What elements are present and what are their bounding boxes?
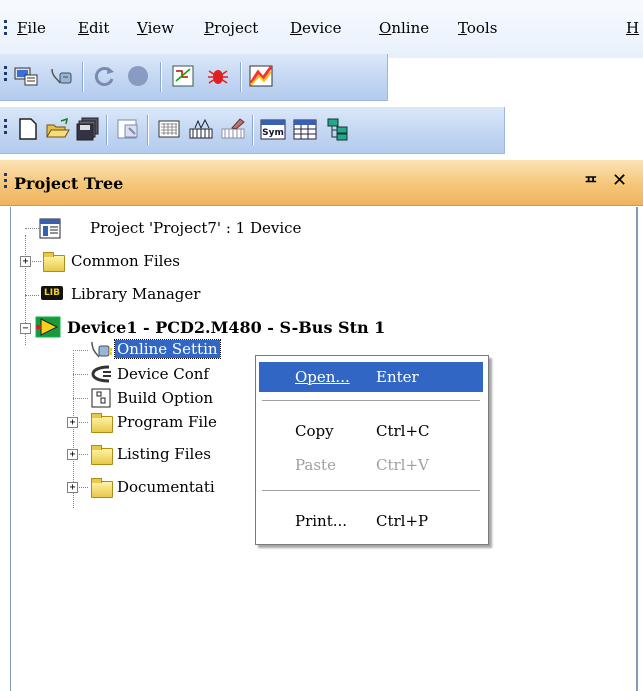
- menu-view-label: View: [137, 19, 175, 37]
- context-menu-open[interactable]: Open... Enter: [259, 362, 483, 392]
- plug-icon: [89, 364, 113, 388]
- menu-edit[interactable]: Edit: [78, 19, 109, 37]
- context-menu: Open... Enter Copy Ctrl+C Paste Ctrl+V P…: [255, 355, 489, 545]
- new-file-icon[interactable]: [15, 116, 41, 142]
- toolbar-grip[interactable]: [4, 66, 7, 84]
- table-icon[interactable]: [292, 116, 318, 142]
- paste-label: Paste: [295, 456, 336, 474]
- menu-view[interactable]: View: [137, 19, 174, 37]
- print-shortcut: Ctrl+P: [376, 512, 429, 530]
- copy-label: Copy: [295, 422, 334, 440]
- library-icon: LIB: [41, 286, 63, 300]
- menu-online-label: Online: [379, 19, 430, 37]
- menu-help-label: H: [626, 19, 640, 37]
- save-all-icon[interactable]: [75, 116, 101, 142]
- project-icon: [39, 218, 63, 244]
- tree-item-device1-label: Device1 - PCD2.M480 - S-Bus Stn 1: [67, 318, 386, 337]
- tree-item-project-label: Project 'Project7' : 1 Device: [90, 219, 302, 237]
- menu-project[interactable]: Project: [204, 19, 258, 37]
- menu-file-label: File: [17, 19, 46, 37]
- pin-icon[interactable]: ᄑ: [584, 172, 598, 193]
- grid-icon[interactable]: [156, 116, 182, 142]
- expand-listing-files[interactable]: +: [67, 449, 78, 460]
- menu-file[interactable]: File: [17, 19, 46, 37]
- print-label: Print...: [295, 512, 348, 530]
- folder-icon: [43, 252, 65, 272]
- close-icon[interactable]: ✕: [612, 170, 627, 191]
- build-icon[interactable]: [170, 63, 196, 89]
- tree-item-documentation-label: Documentati: [117, 478, 215, 496]
- menubar-grip[interactable]: [4, 20, 7, 38]
- debug-icon[interactable]: [205, 63, 231, 89]
- expand-documentation[interactable]: +: [67, 482, 78, 493]
- project-tree-grip[interactable]: [4, 173, 7, 191]
- menu-tools-label: Tools: [458, 19, 498, 37]
- context-menu-print[interactable]: Print... Ctrl+P: [259, 506, 483, 536]
- open-label: Open...: [295, 368, 350, 386]
- device-icon: [35, 316, 61, 342]
- collapse-device1[interactable]: −: [20, 323, 31, 334]
- stop-icon[interactable]: [125, 63, 151, 89]
- download-icon[interactable]: [248, 63, 274, 89]
- tree-item-device-configurator-label: Device Conf: [117, 365, 209, 383]
- open-shortcut: Enter: [376, 368, 419, 386]
- online-settings-icon[interactable]: [48, 63, 74, 89]
- symbols-icon-label: Sym: [262, 128, 284, 138]
- menu-bar: File Edit View Project Device Online Too…: [0, 0, 643, 58]
- toolbar-standard: Sym: [0, 107, 505, 154]
- menu-edit-label: Edit: [78, 19, 110, 37]
- expand-program-files[interactable]: +: [67, 417, 78, 428]
- project-manager-icon[interactable]: [13, 63, 39, 89]
- build-options-icon: [91, 388, 111, 412]
- chart-icon[interactable]: [188, 116, 214, 142]
- tree-item-common-files-label: Common Files: [71, 252, 180, 270]
- menu-tools[interactable]: Tools: [458, 19, 497, 37]
- tree-item-library-manager-label: Library Manager: [71, 285, 201, 303]
- context-menu-paste[interactable]: Paste Ctrl+V: [259, 450, 483, 480]
- toolbar2-grip[interactable]: [4, 119, 7, 137]
- project-tree-title: Project Tree: [14, 174, 124, 193]
- expand-common-files[interactable]: +: [20, 256, 31, 267]
- symbols-icon[interactable]: Sym: [260, 116, 286, 142]
- folder-icon: [91, 445, 113, 465]
- tree-item-online-settings-label: Online Settin: [114, 339, 221, 359]
- menu-device[interactable]: Device: [290, 19, 341, 37]
- folder-icon: [91, 478, 113, 498]
- properties-icon[interactable]: [115, 116, 141, 142]
- tree-item-program-files-label: Program File: [117, 413, 217, 431]
- menu-device-label: Device: [290, 19, 342, 37]
- project-tree-header: Project Tree ᄑ ✕: [0, 160, 643, 206]
- menu-online[interactable]: Online: [379, 19, 429, 37]
- refresh-icon[interactable]: [92, 63, 118, 89]
- context-menu-copy[interactable]: Copy Ctrl+C: [259, 416, 483, 446]
- tree-item-listing-files-label: Listing Files: [117, 445, 211, 463]
- hierarchy-icon[interactable]: [325, 116, 351, 142]
- online-settings-icon: [89, 339, 113, 365]
- open-folder-icon[interactable]: [45, 116, 71, 142]
- menu-help[interactable]: H: [626, 19, 639, 37]
- paste-shortcut: Ctrl+V: [376, 456, 429, 474]
- toolbar-online: [0, 54, 388, 101]
- tree-item-build-options-label: Build Option: [117, 389, 214, 407]
- folder-icon: [91, 413, 113, 433]
- copy-shortcut: Ctrl+C: [376, 422, 430, 440]
- menu-project-label: Project: [204, 19, 259, 37]
- eraser-icon[interactable]: [220, 116, 246, 142]
